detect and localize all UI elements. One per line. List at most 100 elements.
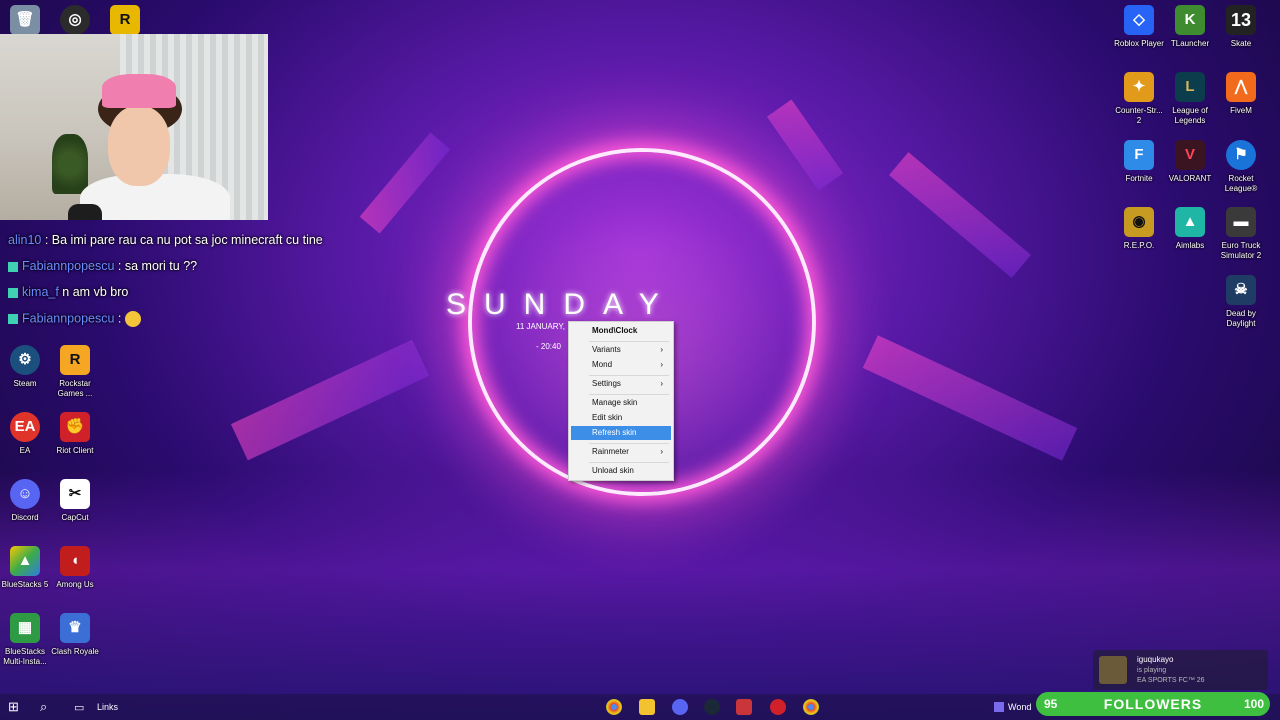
desktop-icon-aimlabs[interactable]: ▲ Aimlabs: [1165, 207, 1215, 251]
chat-user: alin10: [8, 233, 42, 247]
desktop-icon-euro-truck[interactable]: ▬ Euro Truck Simulator 2: [1216, 207, 1266, 261]
chat-badge-icon: [8, 261, 18, 272]
obs-icon: ◎: [60, 5, 90, 35]
chrome-taskbar-icon[interactable]: [606, 699, 622, 715]
desktop-icon-label: Dead by Daylight: [1226, 309, 1256, 328]
search-icon: ⌕: [40, 699, 48, 714]
taskbar-app-window[interactable]: Wond: [994, 699, 1031, 715]
chat-message: Fabiannpopescu : sa mori tu ??: [8, 259, 197, 273]
steam-taskbar-icon[interactable]: [704, 699, 720, 715]
desktop-icon-among-us[interactable]: ◖ Among Us: [50, 546, 100, 590]
menu-separator: [589, 375, 669, 376]
clock-time: - 20:40: [536, 342, 561, 351]
desktop-icon-bluestacks-multi[interactable]: ▦ BlueStacks Multi-Insta...: [0, 613, 50, 667]
desktop-icon-label: Euro Truck Simulator 2: [1220, 241, 1262, 260]
desktop-icon-repo[interactable]: ◉ R.E.P.O.: [1114, 207, 1164, 251]
counter-badge: 13: [1230, 10, 1252, 30]
menu-item-variants[interactable]: Variants ›: [571, 343, 671, 357]
chevron-right-icon: ›: [660, 379, 663, 388]
desktop-icon-rocket-league[interactable]: ⚑ Rocket League®: [1216, 140, 1266, 194]
file-explorer-taskbar-icon[interactable]: [639, 699, 655, 715]
discord-icon: ☺: [10, 479, 40, 509]
webcam-streamer-face: [108, 106, 170, 186]
desktop-icon-steam[interactable]: ⚙ Steam: [0, 345, 50, 389]
fortnite-icon: F: [1124, 140, 1154, 170]
chevron-right-icon: ›: [660, 345, 663, 354]
webcam-microphone: [68, 204, 102, 220]
desktop-icon-label: Riot Client: [56, 446, 94, 455]
desktop-icon-label: Roblox Player: [1114, 39, 1164, 48]
game-launcher-icon: R: [110, 5, 140, 35]
menu-item-label: Rainmeter: [592, 447, 629, 456]
desktop-icon-discord[interactable]: ☺ Discord: [0, 479, 50, 523]
search-button[interactable]: ⌕: [40, 699, 47, 715]
desktop-icon-label: FiveM: [1230, 106, 1252, 115]
riot-icon: ✊: [60, 412, 90, 442]
menu-item-edit-skin[interactable]: Edit skin: [571, 411, 671, 425]
desktop-icon-label: Rockstar Games ...: [57, 379, 93, 398]
desktop-icon-skate[interactable]: 13 Skate: [1216, 5, 1266, 49]
capcut-icon: ✂: [60, 479, 90, 509]
desktop-icon-ea[interactable]: EA EA: [0, 412, 50, 456]
desktop-icon-rockstar[interactable]: R Rockstar Games ...: [50, 345, 100, 399]
bluestacks-icon: ▲: [10, 546, 40, 576]
wallpaper-shard: [230, 339, 430, 461]
desktop-icon-league[interactable]: L League of Legends: [1165, 72, 1215, 126]
desktop-icon-bluestacks[interactable]: ▲ BlueStacks 5: [0, 546, 50, 590]
desktop-icon-label: Rocket League®: [1224, 174, 1258, 193]
chrome-secondary-taskbar-icon[interactable]: [803, 699, 819, 715]
app-window-icon: [994, 702, 1004, 712]
desktop-icon-roblox[interactable]: ◇ Roblox Player: [1114, 5, 1164, 49]
menu-item-manage-skin[interactable]: Manage skin: [571, 396, 671, 410]
app-taskbar-icon[interactable]: [736, 699, 752, 715]
recycle-bin-icon: 🗑: [10, 5, 40, 35]
context-menu-title: Mond\Clock: [592, 326, 638, 335]
valorant-icon: V: [1175, 140, 1205, 170]
followers-goal: 100: [1243, 697, 1264, 711]
menu-separator: [589, 462, 669, 463]
wallpaper-shard: [889, 152, 1031, 278]
desktop-icon-fortnite[interactable]: F Fortnite: [1114, 140, 1164, 184]
wallpaper-shard: [359, 132, 451, 234]
links-toolbar[interactable]: Links: [97, 699, 118, 715]
dead-by-daylight-icon: ☠: [1226, 275, 1256, 305]
desktop-icon-tlauncher[interactable]: K TLauncher: [1165, 5, 1215, 49]
desktop-icon-dead-by-daylight[interactable]: ☠ Dead by Daylight: [1216, 275, 1266, 329]
desktop-icon-clash-royale[interactable]: ♛ Clash Royale: [50, 613, 100, 657]
desktop-icon-valorant[interactable]: V VALORANT: [1165, 140, 1215, 184]
euro-truck-icon: ▬: [1226, 207, 1256, 237]
clock-date: 11 JANUARY,: [516, 322, 565, 331]
chat-text: :: [114, 311, 125, 326]
links-label: Links: [97, 702, 119, 712]
desktop-icon-label: VALORANT: [1168, 174, 1212, 183]
context-menu: Mond\Clock Variants › Mond › Settings › Man…: [568, 321, 674, 481]
app-window-label: Wond: [1008, 702, 1032, 712]
desktop-icon-label: R.E.P.O.: [1123, 241, 1155, 250]
discord-taskbar-icon[interactable]: [672, 699, 688, 715]
tlauncher-icon: K: [1175, 5, 1205, 35]
menu-item-settings[interactable]: Settings ›: [571, 377, 671, 391]
menu-item-label: Unload skin: [592, 466, 634, 475]
menu-item-refresh-skin[interactable]: Refresh skin: [571, 426, 671, 440]
task-view-button[interactable]: ▭: [74, 699, 84, 715]
task-view-icon: ▭: [74, 701, 85, 714]
riot-taskbar-icon[interactable]: [770, 699, 786, 715]
chevron-right-icon: ›: [660, 360, 663, 369]
clash-royale-icon: ♛: [60, 613, 90, 643]
menu-item-unload-skin[interactable]: Unload skin: [571, 464, 671, 478]
menu-item-rainmeter[interactable]: Rainmeter ›: [571, 445, 671, 459]
desktop-icon-capcut[interactable]: ✂ CapCut: [50, 479, 100, 523]
fivem-icon: ⋀: [1226, 72, 1256, 102]
desktop-icon-riot-client[interactable]: ✊ Riot Client: [50, 412, 100, 456]
skate-icon: 13: [1226, 5, 1256, 35]
start-button[interactable]: ⊞: [8, 699, 19, 715]
chat-text: : Ba imi pare rau ca nu pot sa joc minec…: [41, 233, 323, 247]
desktop-icon-fivem[interactable]: ⋀ FiveM: [1216, 72, 1266, 116]
desktop-icon-counter-strike[interactable]: ✦ Counter-Str... 2: [1114, 72, 1164, 126]
desktop-icon-label: Clash Royale: [51, 647, 99, 656]
aimlabs-icon: ▲: [1175, 207, 1205, 237]
menu-item-mond[interactable]: Mond ›: [571, 358, 671, 372]
chat-badge-icon: [8, 287, 18, 298]
chat-message: kima_f n am vb bro: [8, 285, 128, 299]
notification-username: iguqukayo: [1137, 655, 1174, 664]
